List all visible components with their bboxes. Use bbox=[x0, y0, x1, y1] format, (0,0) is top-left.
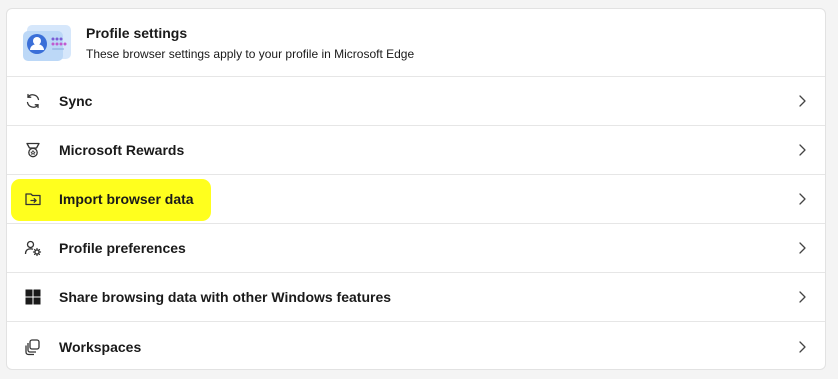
microsoft-rewards-row[interactable]: Microsoft Rewards bbox=[7, 126, 825, 175]
workspaces-icon bbox=[23, 337, 43, 357]
profile-preferences-label: Profile preferences bbox=[59, 240, 186, 256]
workspaces-label: Workspaces bbox=[59, 338, 142, 355]
share-browsing-data-row[interactable]: Share browsing data with other Windows f… bbox=[7, 273, 825, 322]
microsoft-rewards-label: Microsoft Rewards bbox=[59, 142, 185, 158]
chevron-right-icon bbox=[799, 242, 806, 254]
workspaces-row[interactable]: Workspaces bbox=[7, 322, 825, 369]
chevron-right-icon bbox=[799, 193, 806, 205]
sync-row[interactable]: Sync bbox=[7, 77, 825, 126]
sync-icon bbox=[23, 91, 43, 111]
import-browser-data-label: Import browser data bbox=[59, 191, 194, 207]
profile-preferences-row[interactable]: Profile preferences bbox=[7, 224, 825, 273]
profile-settings-card: Profile settings These browser settings … bbox=[6, 8, 826, 370]
import-folder-icon bbox=[23, 189, 43, 209]
profile-illustration-icon bbox=[21, 23, 73, 63]
rewards-icon bbox=[23, 140, 43, 160]
profile-preferences-icon bbox=[23, 238, 43, 258]
page-title: Profile settings bbox=[86, 24, 188, 41]
share-browsing-data-label: Share browsing data with other Windows f… bbox=[59, 289, 392, 305]
chevron-right-icon bbox=[799, 144, 806, 156]
chevron-right-icon bbox=[799, 95, 806, 107]
chevron-right-icon bbox=[799, 340, 806, 353]
windows-icon bbox=[23, 287, 43, 307]
page-subtitle: These browser settings apply to your pro… bbox=[86, 46, 415, 61]
profile-settings-header: Profile settings These browser settings … bbox=[7, 9, 825, 77]
import-browser-data-row[interactable]: Import browser data bbox=[7, 175, 825, 224]
sync-label: Sync bbox=[59, 93, 93, 109]
chevron-right-icon bbox=[799, 291, 806, 303]
